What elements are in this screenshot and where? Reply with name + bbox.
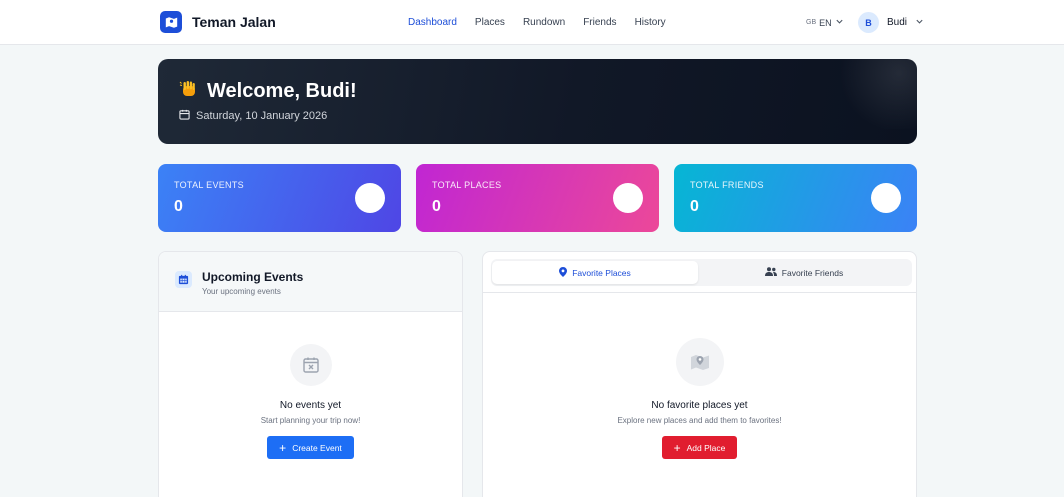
nav-friends[interactable]: Friends bbox=[583, 17, 616, 28]
welcome-heading: Welcome, Budi! bbox=[179, 79, 357, 104]
user-menu[interactable]: B Budi bbox=[858, 12, 924, 33]
stat-card-places: TOTAL PLACES 0 bbox=[416, 164, 659, 232]
empty-subtitle: Explore new places and add them to favor… bbox=[617, 416, 782, 425]
tab-label: Favorite Friends bbox=[781, 267, 844, 278]
chevron-down-icon bbox=[915, 17, 924, 29]
nav-places[interactable]: Places bbox=[475, 17, 505, 28]
calendar-icon bbox=[175, 271, 192, 288]
empty-title: No events yet bbox=[279, 400, 342, 411]
plus-icon: + bbox=[673, 440, 681, 455]
panel-subtitle: Your upcoming events bbox=[202, 287, 281, 296]
panel-title: Upcoming Events bbox=[202, 270, 304, 284]
stat-icon-circle bbox=[613, 183, 643, 213]
map-icon bbox=[160, 11, 182, 33]
chevron-down-icon bbox=[835, 17, 844, 28]
nav-rundown[interactable]: Rundown bbox=[523, 17, 565, 28]
favorites-tabs: Favorite Places Favorite Friends bbox=[491, 259, 912, 286]
plus-icon: + bbox=[279, 440, 287, 455]
stat-card-events: TOTAL EVENTS 0 bbox=[158, 164, 401, 232]
empty-subtitle: Start planning your trip now! bbox=[260, 416, 361, 425]
date-text: Saturday, 10 January 2026 bbox=[196, 110, 328, 122]
brand-name: Teman Jalan bbox=[192, 14, 276, 30]
divider bbox=[483, 292, 916, 293]
nav-dashboard[interactable]: Dashboard bbox=[408, 17, 457, 28]
language-selector[interactable]: GB EN bbox=[806, 17, 844, 28]
brand[interactable]: Teman Jalan bbox=[160, 11, 276, 33]
users-icon bbox=[764, 267, 777, 278]
tab-favorite-places[interactable]: Favorite Places bbox=[492, 261, 698, 284]
main-nav: Dashboard Places Rundown Friends History bbox=[408, 17, 666, 28]
create-event-button[interactable]: + Create Event bbox=[267, 436, 354, 459]
add-place-button[interactable]: + Add Place bbox=[661, 436, 738, 459]
stat-icon-circle bbox=[871, 183, 901, 213]
stat-card-friends: TOTAL FRIENDS 0 bbox=[674, 164, 917, 232]
stat-value: 0 bbox=[174, 198, 183, 215]
button-label: Create Event bbox=[292, 442, 342, 453]
current-date: Saturday, 10 January 2026 bbox=[179, 109, 327, 123]
top-navbar: Teman Jalan Dashboard Places Rundown Fri… bbox=[0, 0, 1064, 45]
empty-state: No favorite places yet Explore new place… bbox=[483, 338, 916, 459]
map-pin-icon bbox=[559, 266, 568, 279]
avatar: B bbox=[858, 12, 879, 33]
waving-hand-icon bbox=[179, 79, 199, 104]
language-label: EN bbox=[819, 17, 832, 28]
empty-state: No events yet Start planning your trip n… bbox=[159, 344, 462, 459]
stat-icon-circle bbox=[355, 183, 385, 213]
panel-header: Upcoming Events Your upcoming events bbox=[159, 252, 462, 312]
calendar-icon bbox=[179, 109, 190, 123]
button-label: Add Place bbox=[686, 442, 726, 453]
map-icon bbox=[675, 338, 724, 386]
user-name: Budi bbox=[887, 17, 908, 28]
tab-favorite-friends[interactable]: Favorite Friends bbox=[701, 261, 907, 284]
stat-label: TOTAL PLACES bbox=[432, 180, 502, 190]
calendar-x-icon bbox=[289, 344, 332, 386]
nav-history[interactable]: History bbox=[635, 17, 666, 28]
flag-icon: GB bbox=[806, 19, 817, 26]
welcome-text: Welcome, Budi! bbox=[207, 80, 357, 102]
stat-value: 0 bbox=[690, 198, 699, 215]
favorites-panel: Favorite Places Favorite Friends No favo… bbox=[482, 251, 917, 497]
stat-label: TOTAL EVENTS bbox=[174, 180, 244, 190]
welcome-banner: Welcome, Budi! Saturday, 10 January 2026 bbox=[158, 59, 917, 144]
upcoming-events-panel: Upcoming Events Your upcoming events No … bbox=[158, 251, 463, 497]
stat-label: TOTAL FRIENDS bbox=[690, 180, 764, 190]
tab-label: Favorite Places bbox=[572, 267, 631, 278]
empty-title: No favorite places yet bbox=[651, 400, 748, 411]
stat-value: 0 bbox=[432, 198, 441, 215]
